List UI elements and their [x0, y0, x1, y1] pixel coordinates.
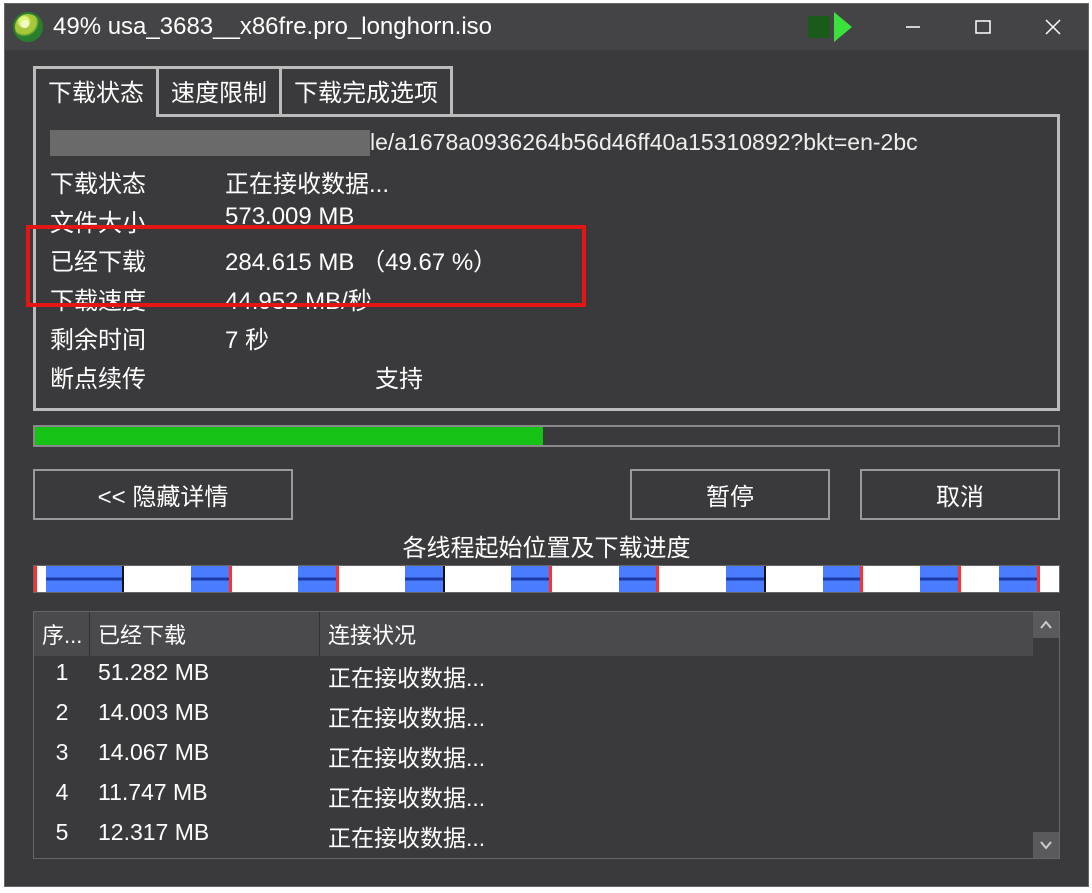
maximize-button[interactable]	[948, 4, 1018, 50]
label-filesize: 文件大小	[50, 203, 225, 238]
cell-index: 6	[34, 856, 90, 858]
scroll-down-icon[interactable]	[1033, 832, 1059, 858]
scroll-track[interactable]	[1033, 638, 1059, 832]
status-panel: le/a1678a0936264b56d46ff40a15310892?bkt=…	[33, 114, 1060, 411]
col-index[interactable]: 序...	[34, 612, 90, 656]
label-speed: 下载速度	[50, 281, 225, 316]
cancel-button[interactable]: 取消	[860, 469, 1060, 520]
label-resume: 断点续传	[50, 359, 225, 394]
table-row[interactable]: 214.003 MB正在接收数据...	[34, 696, 1033, 736]
value-remaining: 7 秒	[225, 320, 1043, 355]
cell-index: 2	[34, 696, 90, 736]
table-row[interactable]: 151.282 MB正在接收数据...	[34, 656, 1033, 696]
window-title: 49% usa_3683__x86fre.pro_longhorn.iso	[53, 13, 808, 41]
thread-table: 序... 已经下载 连接状况 151.282 MB正在接收数据...214.00…	[33, 611, 1060, 859]
download-dialog: 49% usa_3683__x86fre.pro_longhorn.iso 下载…	[4, 3, 1089, 887]
cell-downloaded: 14.003 MB	[90, 696, 320, 736]
url-row: le/a1678a0936264b56d46ff40a15310892?bkt=…	[50, 129, 1043, 156]
cell-downloaded: 14.067 MB	[90, 736, 320, 776]
value-resume: 支持	[225, 359, 1043, 394]
table-row[interactable]: 666.908 MB正在接收数据...	[34, 856, 1033, 858]
value-filesize: 573.009 MB	[225, 203, 1043, 238]
cell-downloaded: 66.908 MB	[90, 856, 320, 858]
url-visible-part: le/a1678a0936264b56d46ff40a15310892?bkt=…	[370, 129, 918, 156]
label-downloaded: 已经下载	[50, 242, 225, 277]
tab-speed-limit[interactable]: 速度限制	[156, 66, 282, 117]
titlebar[interactable]: 49% usa_3683__x86fre.pro_longhorn.iso	[5, 4, 1088, 50]
table-row[interactable]: 512.317 MB正在接收数据...	[34, 816, 1033, 856]
cell-status: 正在接收数据...	[320, 776, 1033, 816]
scrollbar[interactable]	[1033, 612, 1059, 858]
value-downloaded: 284.615 MB （49.67 %）	[225, 242, 1043, 277]
thread-progress-bar	[33, 565, 1060, 593]
url-hidden-part	[50, 130, 370, 156]
close-button[interactable]	[1018, 4, 1088, 50]
cell-index: 4	[34, 776, 90, 816]
thread-table-header: 序... 已经下载 连接状况	[34, 612, 1033, 656]
progress-fill	[35, 427, 543, 445]
table-row[interactable]: 314.067 MB正在接收数据...	[34, 736, 1033, 776]
arrow-icon	[808, 16, 848, 38]
label-remaining: 剩余时间	[50, 320, 225, 355]
col-downloaded[interactable]: 已经下载	[90, 612, 320, 656]
cell-status: 正在接收数据...	[320, 736, 1033, 776]
minimize-button[interactable]	[878, 4, 948, 50]
scroll-up-icon[interactable]	[1033, 612, 1059, 638]
cell-index: 5	[34, 816, 90, 856]
col-status[interactable]: 连接状况	[320, 612, 1033, 656]
progress-bar	[33, 425, 1060, 447]
cell-status: 正在接收数据...	[320, 816, 1033, 856]
table-row[interactable]: 411.747 MB正在接收数据...	[34, 776, 1033, 816]
label-status: 下载状态	[50, 164, 225, 199]
value-speed: 44.952 MB/秒	[225, 281, 1043, 316]
pause-button[interactable]: 暂停	[630, 469, 830, 520]
tab-download-status[interactable]: 下载状态	[33, 66, 159, 117]
cell-status: 正在接收数据...	[320, 696, 1033, 736]
cell-downloaded: 12.317 MB	[90, 816, 320, 856]
cell-downloaded: 51.282 MB	[90, 656, 320, 696]
cell-status: 正在接收数据...	[320, 656, 1033, 696]
value-status: 正在接收数据...	[225, 164, 1043, 199]
cell-index: 3	[34, 736, 90, 776]
tab-complete-options[interactable]: 下载完成选项	[279, 66, 453, 117]
hide-details-button[interactable]: << 隐藏详情	[33, 469, 293, 520]
tab-bar: 下载状态 速度限制 下载完成选项	[33, 66, 1060, 117]
cell-index: 1	[34, 656, 90, 696]
cell-downloaded: 11.747 MB	[90, 776, 320, 816]
threads-title: 各线程起始位置及下载进度	[33, 528, 1060, 563]
app-icon	[13, 12, 43, 42]
cell-status: 正在接收数据...	[320, 856, 1033, 858]
